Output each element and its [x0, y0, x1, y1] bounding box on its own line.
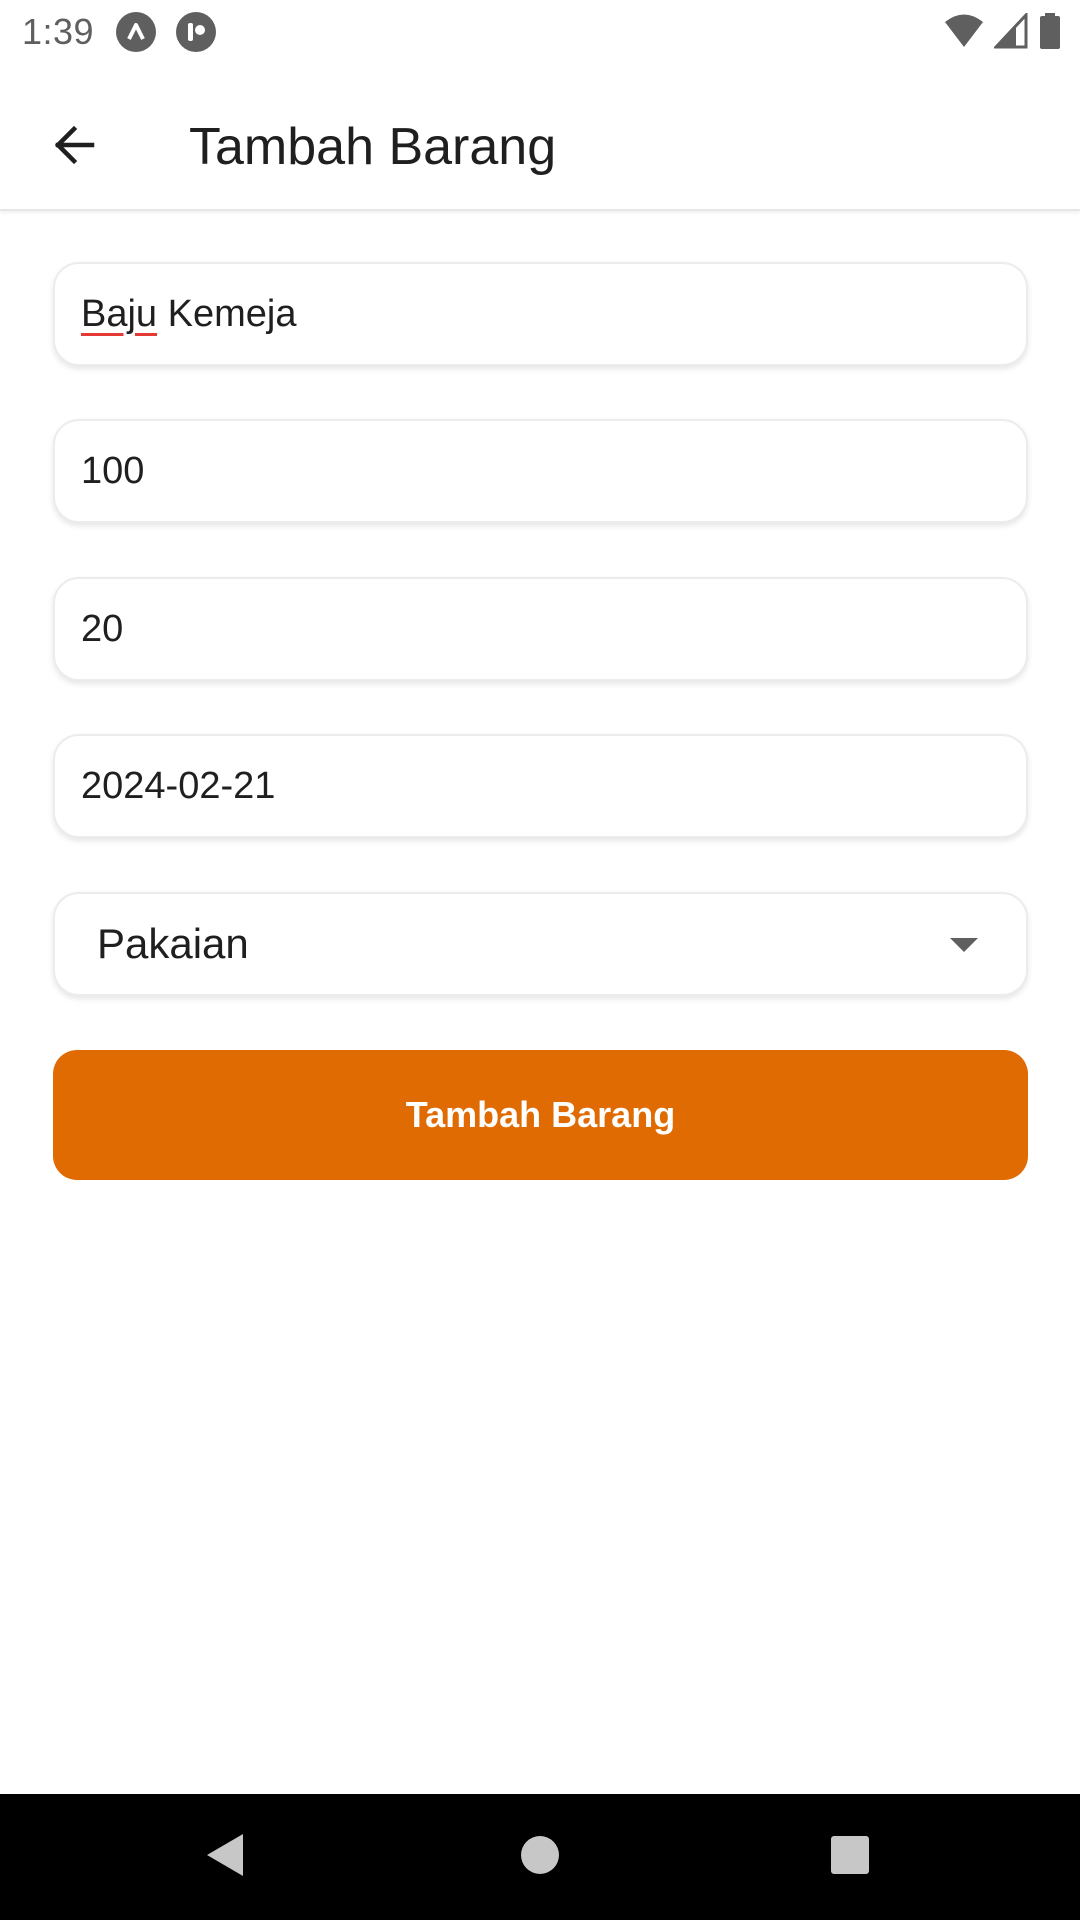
category-value: Pakaian — [97, 920, 249, 967]
dropdown-arrow-icon — [950, 938, 978, 957]
battery-icon — [1038, 12, 1062, 55]
item-name-rest: Kemeja — [157, 292, 297, 335]
recents-square-icon — [830, 1835, 870, 1880]
status-indicators — [944, 11, 1062, 55]
app-notification-icon-2 — [176, 11, 217, 52]
status-time: 1:39 — [22, 10, 95, 52]
item-price-value: 100 — [81, 449, 145, 492]
add-item-button[interactable]: Tambah Barang — [53, 1050, 1028, 1180]
app-notification-icon — [116, 11, 157, 52]
page-title: Tambah Barang — [189, 118, 557, 176]
arrow-back-icon — [50, 121, 98, 174]
item-date-value: 2024-02-21 — [81, 764, 276, 807]
item-name-value: Baju Kemeja — [81, 293, 296, 336]
navigation-bar — [0, 1794, 1080, 1920]
item-name-field[interactable]: Baju Kemeja — [53, 262, 1028, 366]
wifi-icon — [944, 13, 984, 54]
nav-home-button[interactable] — [470, 1794, 610, 1920]
nav-back-button[interactable] — [155, 1794, 295, 1920]
category-select[interactable]: Pakaian — [53, 892, 1028, 996]
signal-icon — [992, 11, 1028, 54]
status-bar: 1:39 — [0, 0, 1080, 63]
item-price-field[interactable]: 100 — [53, 419, 1028, 523]
item-stock-value: 20 — [81, 607, 124, 650]
home-circle-icon — [520, 1835, 560, 1880]
back-button[interactable] — [30, 103, 118, 191]
nav-recents-button[interactable] — [780, 1794, 920, 1920]
item-stock-field[interactable]: 20 — [53, 577, 1028, 681]
screen: 1:39 Tambah Barang Baju Kemeja 100 20 20… — [0, 0, 1080, 1920]
item-date-field[interactable]: 2024-02-21 — [53, 734, 1028, 838]
app-bar: Tambah Barang — [0, 63, 1080, 211]
spellcheck-word: Baju — [81, 292, 158, 335]
back-triangle-icon — [205, 1832, 245, 1883]
